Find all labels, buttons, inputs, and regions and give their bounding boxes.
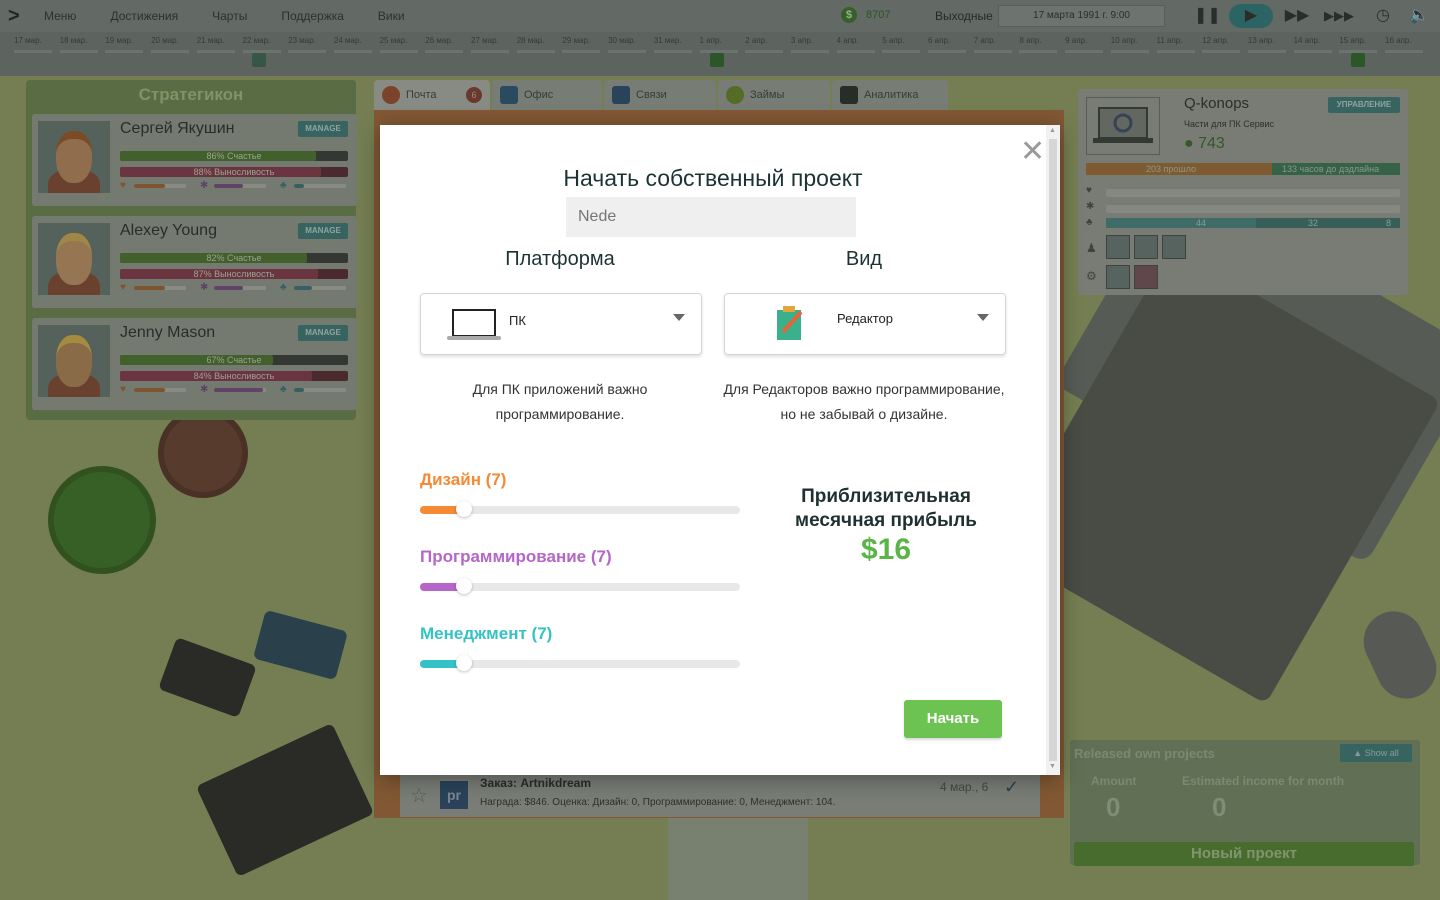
skill-slider-handle[interactable]	[455, 578, 472, 594]
new-project-modal: ▲ ▼ ✕ Начать собственный проект Платформ…	[380, 125, 1060, 775]
skill-slider-handle[interactable]	[455, 501, 472, 517]
skill-slider-handle[interactable]	[455, 655, 472, 671]
scroll-up-icon[interactable]: ▲	[1049, 127, 1056, 134]
profit-value: $16	[860, 533, 912, 566]
modal-scrollbar[interactable]: ▲ ▼	[1046, 125, 1060, 775]
type-value: Редактор	[837, 311, 893, 326]
skill-label: Программирование (7)	[420, 547, 612, 566]
editor-icon	[777, 306, 803, 340]
type-label: Вид	[845, 248, 883, 270]
project-name-input[interactable]	[566, 197, 856, 237]
profit-label: Приблизительная месячная прибыль	[795, 486, 977, 531]
skill-slider[interactable]	[420, 655, 740, 671]
platform-select[interactable]: ПК	[420, 293, 702, 355]
modal-title: Начать собственный проект	[563, 165, 863, 191]
type-select[interactable]: Редактор	[724, 293, 1006, 355]
platform-value: ПК	[509, 313, 526, 328]
chevron-down-icon	[977, 314, 989, 321]
skill-label: Менеджмент (7)	[420, 624, 553, 643]
close-icon[interactable]: ✕	[1020, 137, 1045, 167]
scroll-down-icon[interactable]: ▼	[1049, 763, 1056, 770]
skill-label: Дизайн (7)	[420, 470, 507, 489]
platform-label: Платформа	[505, 248, 615, 270]
chevron-down-icon	[673, 314, 685, 321]
scroll-thumb[interactable]	[1049, 139, 1057, 761]
type-hint: Для Редакторов важно программирование, н…	[723, 381, 1005, 422]
skill-slider[interactable]	[420, 501, 740, 517]
laptop-icon	[447, 309, 501, 340]
skill-slider[interactable]	[420, 578, 740, 594]
start-button[interactable]: Начать	[904, 700, 1002, 738]
platform-hint: Для ПК приложений важно программирование…	[472, 381, 648, 422]
